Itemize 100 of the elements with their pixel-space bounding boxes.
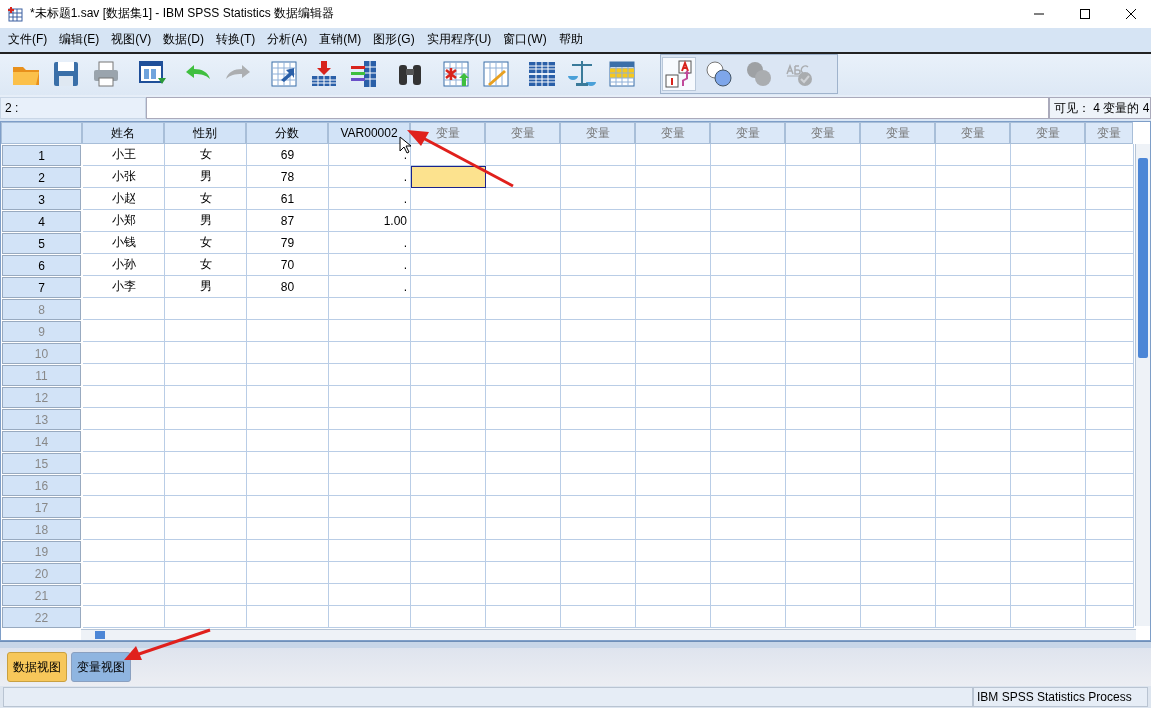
empty-cell[interactable]: [1011, 188, 1086, 211]
empty-cell[interactable]: [1011, 540, 1086, 563]
empty-cell[interactable]: [329, 386, 411, 409]
empty-cell[interactable]: [786, 298, 861, 321]
empty-cell[interactable]: [329, 518, 411, 541]
column-header[interactable]: 变量: [860, 122, 935, 145]
empty-cell[interactable]: [861, 298, 936, 321]
empty-cell[interactable]: [411, 430, 486, 453]
empty-cell[interactable]: [861, 210, 936, 233]
empty-cell[interactable]: [786, 496, 861, 519]
empty-cell[interactable]: [165, 408, 247, 431]
empty-cell[interactable]: [936, 298, 1011, 321]
empty-cell[interactable]: [486, 188, 561, 211]
empty-cell[interactable]: [165, 320, 247, 343]
empty-cell[interactable]: [561, 298, 636, 321]
empty-cell[interactable]: [561, 320, 636, 343]
empty-cell[interactable]: [247, 342, 329, 365]
empty-cell[interactable]: [711, 276, 786, 299]
empty-cell[interactable]: [786, 144, 861, 167]
vertical-scrollbar[interactable]: [1135, 144, 1150, 627]
empty-cell[interactable]: [165, 452, 247, 475]
column-header[interactable]: 分数: [246, 122, 328, 145]
empty-cell[interactable]: [561, 386, 636, 409]
empty-cell[interactable]: [83, 342, 165, 365]
empty-cell[interactable]: [861, 430, 936, 453]
empty-cell[interactable]: [1086, 606, 1134, 629]
corner-cell[interactable]: [1, 122, 82, 145]
empty-cell[interactable]: [247, 430, 329, 453]
empty-cell[interactable]: [861, 386, 936, 409]
row-header[interactable]: 7: [2, 277, 81, 299]
empty-cell[interactable]: [636, 518, 711, 541]
empty-cell[interactable]: [83, 562, 165, 585]
empty-cell[interactable]: [1011, 452, 1086, 475]
empty-cell[interactable]: [1086, 232, 1134, 255]
menu-item[interactable]: 实用程序(U): [420, 31, 498, 49]
empty-cell[interactable]: [329, 474, 411, 497]
empty-cell[interactable]: [1086, 188, 1134, 211]
empty-cell[interactable]: [636, 496, 711, 519]
empty-cell[interactable]: [247, 540, 329, 563]
column-header[interactable]: 变量: [1085, 122, 1133, 145]
empty-cell[interactable]: [165, 562, 247, 585]
empty-cell[interactable]: [861, 452, 936, 475]
empty-cell[interactable]: [636, 474, 711, 497]
empty-cell[interactable]: [486, 254, 561, 277]
empty-cell[interactable]: [561, 606, 636, 629]
empty-cell[interactable]: [247, 408, 329, 431]
empty-cell[interactable]: [711, 144, 786, 167]
empty-cell[interactable]: [486, 496, 561, 519]
empty-cell[interactable]: [329, 298, 411, 321]
menu-item[interactable]: 窗口(W): [497, 31, 553, 49]
empty-cell[interactable]: [936, 386, 1011, 409]
empty-cell[interactable]: [329, 408, 411, 431]
empty-cell[interactable]: [561, 276, 636, 299]
empty-cell[interactable]: [486, 584, 561, 607]
empty-cell[interactable]: [247, 474, 329, 497]
empty-cell[interactable]: [861, 232, 936, 255]
empty-cell[interactable]: [711, 562, 786, 585]
empty-cell[interactable]: [711, 166, 786, 189]
menu-item[interactable]: 文件(F): [2, 31, 54, 49]
empty-cell[interactable]: [636, 430, 711, 453]
empty-cell[interactable]: [486, 540, 561, 563]
empty-cell[interactable]: [486, 606, 561, 629]
empty-cell[interactable]: [329, 496, 411, 519]
empty-cell[interactable]: [411, 562, 486, 585]
empty-cell[interactable]: [165, 496, 247, 519]
empty-cell[interactable]: [247, 562, 329, 585]
empty-cell[interactable]: [861, 518, 936, 541]
splitter[interactable]: [0, 641, 1151, 649]
empty-cell[interactable]: [861, 562, 936, 585]
empty-cell[interactable]: [561, 540, 636, 563]
empty-cell[interactable]: [636, 166, 711, 189]
column-header[interactable]: 变量: [1010, 122, 1085, 145]
empty-cell[interactable]: [936, 342, 1011, 365]
horizontal-scrollbar[interactable]: [81, 629, 1136, 641]
empty-cell[interactable]: [486, 298, 561, 321]
empty-cell[interactable]: [636, 364, 711, 387]
empty-cell[interactable]: [936, 254, 1011, 277]
empty-cell[interactable]: [411, 452, 486, 475]
column-header[interactable]: 变量: [485, 122, 560, 145]
view-tab[interactable]: 数据视图: [7, 652, 67, 683]
empty-cell[interactable]: [486, 276, 561, 299]
empty-cell[interactable]: [786, 320, 861, 343]
menu-item[interactable]: 数据(D): [157, 31, 210, 49]
menu-item[interactable]: 帮助: [552, 31, 589, 49]
empty-cell[interactable]: [247, 606, 329, 629]
empty-cell[interactable]: [561, 166, 636, 189]
empty-cell[interactable]: [561, 188, 636, 211]
empty-cell[interactable]: [936, 320, 1011, 343]
view-tab[interactable]: 变量视图: [71, 652, 131, 683]
empty-cell[interactable]: [936, 232, 1011, 255]
empty-cell[interactable]: [329, 342, 411, 365]
empty-cell[interactable]: [561, 430, 636, 453]
empty-cell[interactable]: [711, 606, 786, 629]
menu-item[interactable]: 图形(G): [367, 31, 421, 49]
empty-cell[interactable]: [411, 232, 486, 255]
empty-cell[interactable]: [1011, 518, 1086, 541]
empty-cell[interactable]: [786, 606, 861, 629]
empty-cell[interactable]: [411, 496, 486, 519]
empty-cell[interactable]: [486, 342, 561, 365]
empty-cell[interactable]: [1011, 430, 1086, 453]
